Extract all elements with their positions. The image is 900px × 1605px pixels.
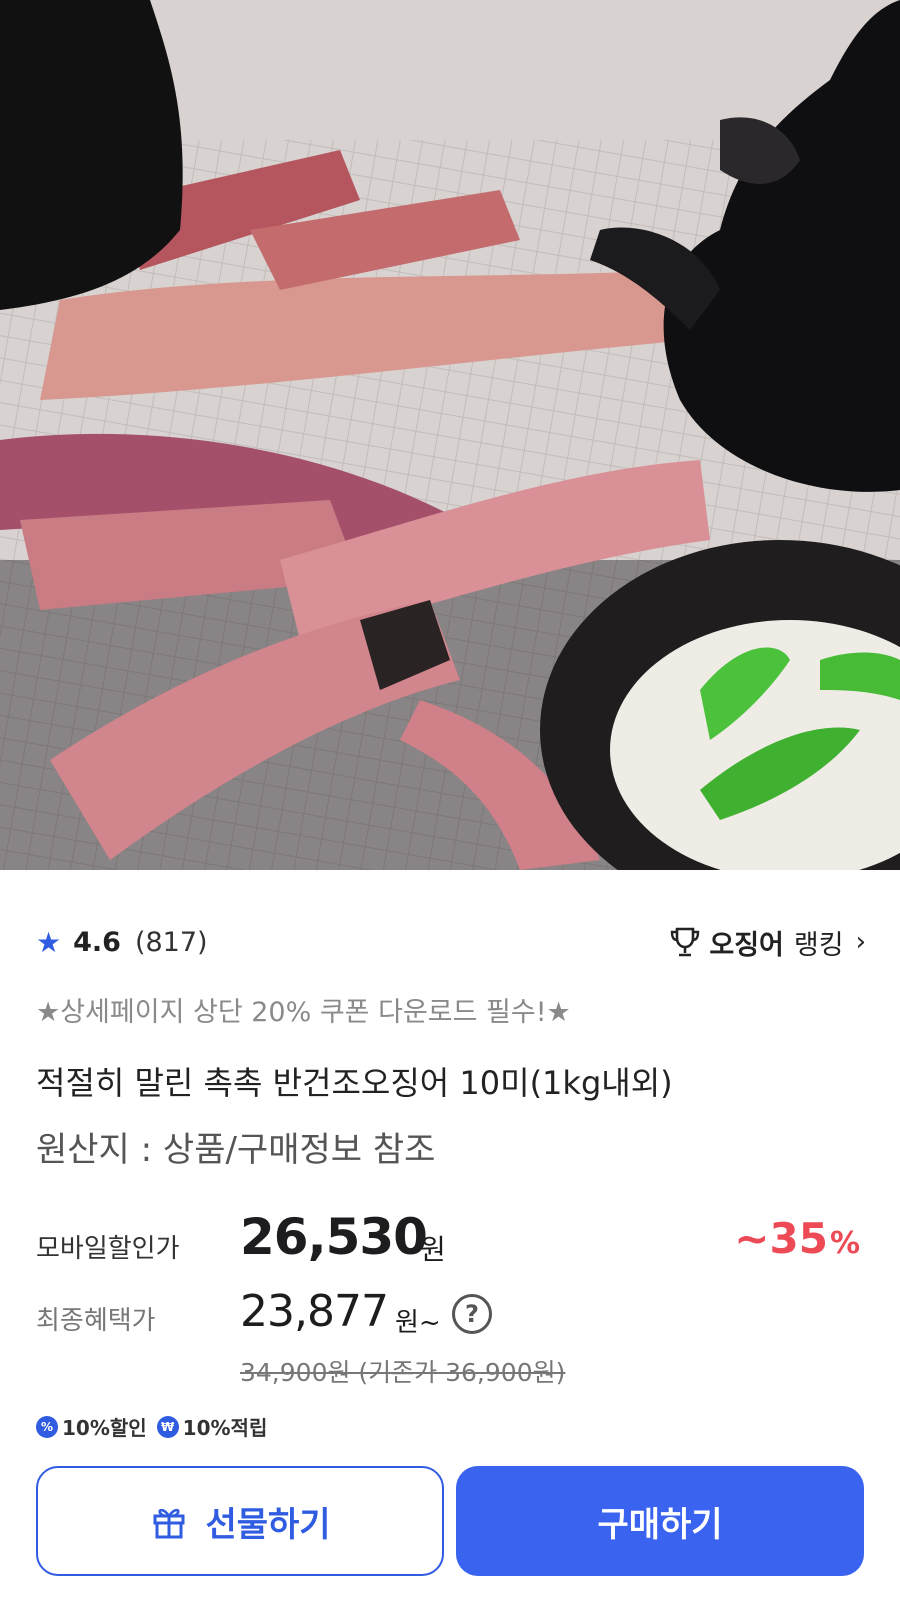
product-origin: 원산지 : 상품/구매정보 참조 <box>36 1130 436 1170</box>
gift-icon <box>153 1508 185 1539</box>
star-icon: ★ <box>36 925 62 959</box>
discount-badge-label: 10%할인 <box>62 1416 147 1440</box>
buy-button-label: 구매하기 <box>597 1504 723 1545</box>
points-badge-label: 10%적립 <box>182 1416 268 1440</box>
trophy-icon <box>671 927 700 957</box>
gift-button-label: 선물하기 <box>205 1504 331 1545</box>
won-icon: ₩ <box>156 1415 179 1438</box>
original-price: 34,900원 (기존가 36,900원) <box>240 1358 566 1387</box>
buy-button[interactable]: 구매하기 <box>456 1466 864 1576</box>
mobile-price-unit: 원 <box>420 1233 446 1266</box>
product-photo-illustration <box>0 0 900 870</box>
rating-summary[interactable]: ★ 4.6 (817) <box>36 922 208 962</box>
benefit-badges: % 10%할인 ₩ 10%적립 <box>36 1412 277 1441</box>
discount-rate: ~ 35 % <box>734 1214 860 1263</box>
discount-value: 35 <box>769 1214 828 1263</box>
chevron-right-icon: › <box>855 927 866 957</box>
question-circle-icon[interactable]: ? <box>452 1294 492 1334</box>
ranking-link[interactable]: 오징어 랭킹 › <box>667 922 866 962</box>
product-image[interactable] <box>0 0 900 870</box>
product-title: 적절히 말린 촉촉 반건조오징어 10미(1kg내외) <box>36 1064 673 1102</box>
coupon-note: ★상세페이지 상단 20% 쿠폰 다운로드 필수!★ <box>36 997 571 1028</box>
discount-prefix: ~ <box>734 1214 770 1263</box>
final-price: 23,877 <box>240 1286 389 1337</box>
mobile-price: 26,530 <box>240 1208 428 1266</box>
ranking-label: 랭킹 <box>793 929 844 961</box>
discount-badge: % 10%할인 <box>36 1412 147 1441</box>
gift-button[interactable]: 선물하기 <box>36 1466 444 1576</box>
mobile-price-label: 모바일할인가 <box>36 1234 180 1264</box>
final-price-unit: 원~ <box>395 1308 441 1338</box>
final-price-label: 최종혜택가 <box>36 1306 156 1336</box>
rating-value: 4.6 <box>73 926 121 958</box>
ranking-keyword: 오징어 <box>709 929 784 961</box>
review-count: (817) <box>134 926 208 958</box>
points-badge: ₩ 10%적립 <box>156 1412 268 1441</box>
discount-percent-sign: % <box>829 1226 860 1261</box>
percent-icon: % <box>36 1415 58 1438</box>
